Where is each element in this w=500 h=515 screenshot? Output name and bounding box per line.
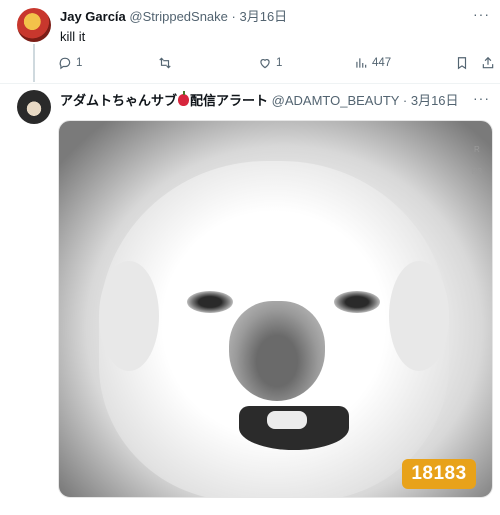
tweet-image[interactable]: R R3 18183 <box>58 120 493 498</box>
separator: · <box>402 93 408 108</box>
thread-line <box>33 44 35 82</box>
bookmark-icon <box>457 57 467 70</box>
tweet-header: アダムトちゃんサブ 配信アラート @ADAMTO_BEAUTY · 3月16日 <box>60 91 459 109</box>
cat-face <box>99 161 449 497</box>
like-button[interactable]: 1 <box>258 56 282 70</box>
reply-icon <box>59 57 71 70</box>
apple-icon <box>178 91 190 106</box>
bookmark-button[interactable] <box>455 56 473 70</box>
nose <box>229 301 325 401</box>
reply-button[interactable]: 1 <box>58 56 82 70</box>
left-ear <box>99 261 159 371</box>
reply-count: 1 <box>76 57 83 69</box>
display-name[interactable]: アダムトちゃんサブ 配信アラート <box>60 91 268 108</box>
user-handle[interactable]: @StrippedSnake <box>129 9 227 24</box>
teeth <box>267 411 307 429</box>
tweet-header: Jay García @StrippedSnake · 3月16日 <box>60 9 287 25</box>
more-icon[interactable]: ··· <box>473 6 490 22</box>
like-icon <box>260 59 270 69</box>
views-button[interactable]: 447 <box>354 56 391 70</box>
watermark-line: R <box>473 145 480 154</box>
avatar[interactable] <box>17 8 51 42</box>
right-ear <box>389 261 449 371</box>
more-icon[interactable]: ··· <box>473 90 490 106</box>
left-eye <box>187 291 233 313</box>
tweet-text: kill it <box>60 29 86 44</box>
share-icon <box>482 56 494 69</box>
view-count: 447 <box>372 57 392 69</box>
action-bar: 1 1 447 <box>58 56 498 74</box>
watermark-line: R3 <box>471 167 482 176</box>
watermark: R R3 <box>472 139 482 183</box>
avatar[interactable] <box>17 90 51 124</box>
views-icon <box>356 58 367 68</box>
separator: · <box>231 9 236 24</box>
right-eye <box>334 291 380 313</box>
retweet-icon <box>159 57 171 69</box>
timestamp[interactable]: 3月16日 <box>239 9 287 24</box>
share-button[interactable] <box>481 56 499 70</box>
retweet-button[interactable] <box>158 56 176 70</box>
tweet-1[interactable]: Jay García @StrippedSnake · 3月16日 ··· ki… <box>0 0 500 84</box>
user-handle[interactable]: @ADAMTO_BEAUTY <box>272 93 400 108</box>
like-count: 1 <box>276 57 283 69</box>
site-logo: 18183 <box>402 459 476 489</box>
timestamp[interactable]: 3月16日 <box>411 93 459 108</box>
display-name[interactable]: Jay García <box>60 9 126 24</box>
